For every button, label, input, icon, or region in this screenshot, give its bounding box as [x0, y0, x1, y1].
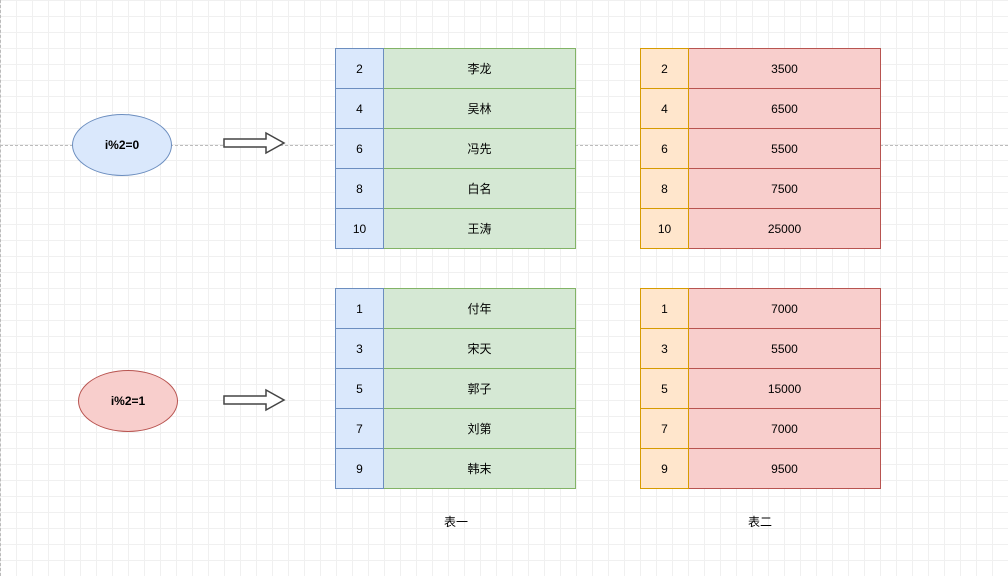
cell-name: 白名 — [384, 169, 576, 209]
cell-idx: 8 — [336, 169, 384, 209]
cell-name: 吴林 — [384, 89, 576, 129]
table-row: 99500 — [641, 449, 881, 489]
table-row: 1付年 — [336, 289, 576, 329]
cell-idx: 1 — [641, 289, 689, 329]
table2-odd: 17000 35500 515000 77000 99500 — [640, 288, 881, 489]
arrow-odd — [222, 388, 286, 412]
cell-idx: 1 — [336, 289, 384, 329]
table1-odd: 1付年 3宋天 5郭子 7刘第 9韩末 — [335, 288, 576, 489]
cell-idx: 4 — [336, 89, 384, 129]
table-row: 17000 — [641, 289, 881, 329]
cell-name: 宋天 — [384, 329, 576, 369]
cell-val: 7000 — [689, 289, 881, 329]
table-row: 515000 — [641, 369, 881, 409]
cell-idx: 6 — [336, 129, 384, 169]
cell-val: 25000 — [689, 209, 881, 249]
cell-val: 7000 — [689, 409, 881, 449]
cell-val: 3500 — [689, 49, 881, 89]
cell-idx: 2 — [641, 49, 689, 89]
cell-val: 7500 — [689, 169, 881, 209]
cell-idx: 4 — [641, 89, 689, 129]
table-row: 77000 — [641, 409, 881, 449]
ellipse-odd-label: i%2=1 — [111, 394, 145, 408]
cell-val: 6500 — [689, 89, 881, 129]
table-row: 1025000 — [641, 209, 881, 249]
cell-val: 5500 — [689, 129, 881, 169]
table-row: 7刘第 — [336, 409, 576, 449]
table-row: 9韩末 — [336, 449, 576, 489]
ellipse-odd-condition: i%2=1 — [78, 370, 178, 432]
cell-name: 付年 — [384, 289, 576, 329]
cell-name: 李龙 — [384, 49, 576, 89]
cell-idx: 7 — [641, 409, 689, 449]
table1-even: 2李龙 4吴林 6冯先 8白名 10王涛 — [335, 48, 576, 249]
table-row: 23500 — [641, 49, 881, 89]
table-row: 2李龙 — [336, 49, 576, 89]
table-row: 8白名 — [336, 169, 576, 209]
cell-idx: 3 — [641, 329, 689, 369]
cell-val: 15000 — [689, 369, 881, 409]
cell-idx: 5 — [336, 369, 384, 409]
table-row: 5郭子 — [336, 369, 576, 409]
cell-idx: 2 — [336, 49, 384, 89]
cell-name: 刘第 — [384, 409, 576, 449]
cell-name: 韩末 — [384, 449, 576, 489]
table-row: 4吴林 — [336, 89, 576, 129]
cell-val: 5500 — [689, 329, 881, 369]
table-row: 6冯先 — [336, 129, 576, 169]
cell-idx: 7 — [336, 409, 384, 449]
caption-table2: 表二 — [748, 513, 772, 530]
cell-idx: 9 — [336, 449, 384, 489]
cell-name: 郭子 — [384, 369, 576, 409]
cell-idx: 10 — [641, 209, 689, 249]
cell-idx: 6 — [641, 129, 689, 169]
cell-idx: 5 — [641, 369, 689, 409]
ellipse-even-label: i%2=0 — [105, 138, 139, 152]
cell-val: 9500 — [689, 449, 881, 489]
table-row: 35500 — [641, 329, 881, 369]
table-row: 46500 — [641, 89, 881, 129]
table-row: 65500 — [641, 129, 881, 169]
cell-idx: 10 — [336, 209, 384, 249]
cell-idx: 3 — [336, 329, 384, 369]
arrow-even — [222, 131, 286, 155]
cell-idx: 9 — [641, 449, 689, 489]
table-row: 3宋天 — [336, 329, 576, 369]
table2-even: 23500 46500 65500 87500 1025000 — [640, 48, 881, 249]
table-row: 87500 — [641, 169, 881, 209]
caption-table1: 表一 — [444, 513, 468, 530]
cell-name: 王涛 — [384, 209, 576, 249]
guide-line-vertical — [0, 0, 1, 576]
ellipse-even-condition: i%2=0 — [72, 114, 172, 176]
cell-idx: 8 — [641, 169, 689, 209]
table-row: 10王涛 — [336, 209, 576, 249]
cell-name: 冯先 — [384, 129, 576, 169]
